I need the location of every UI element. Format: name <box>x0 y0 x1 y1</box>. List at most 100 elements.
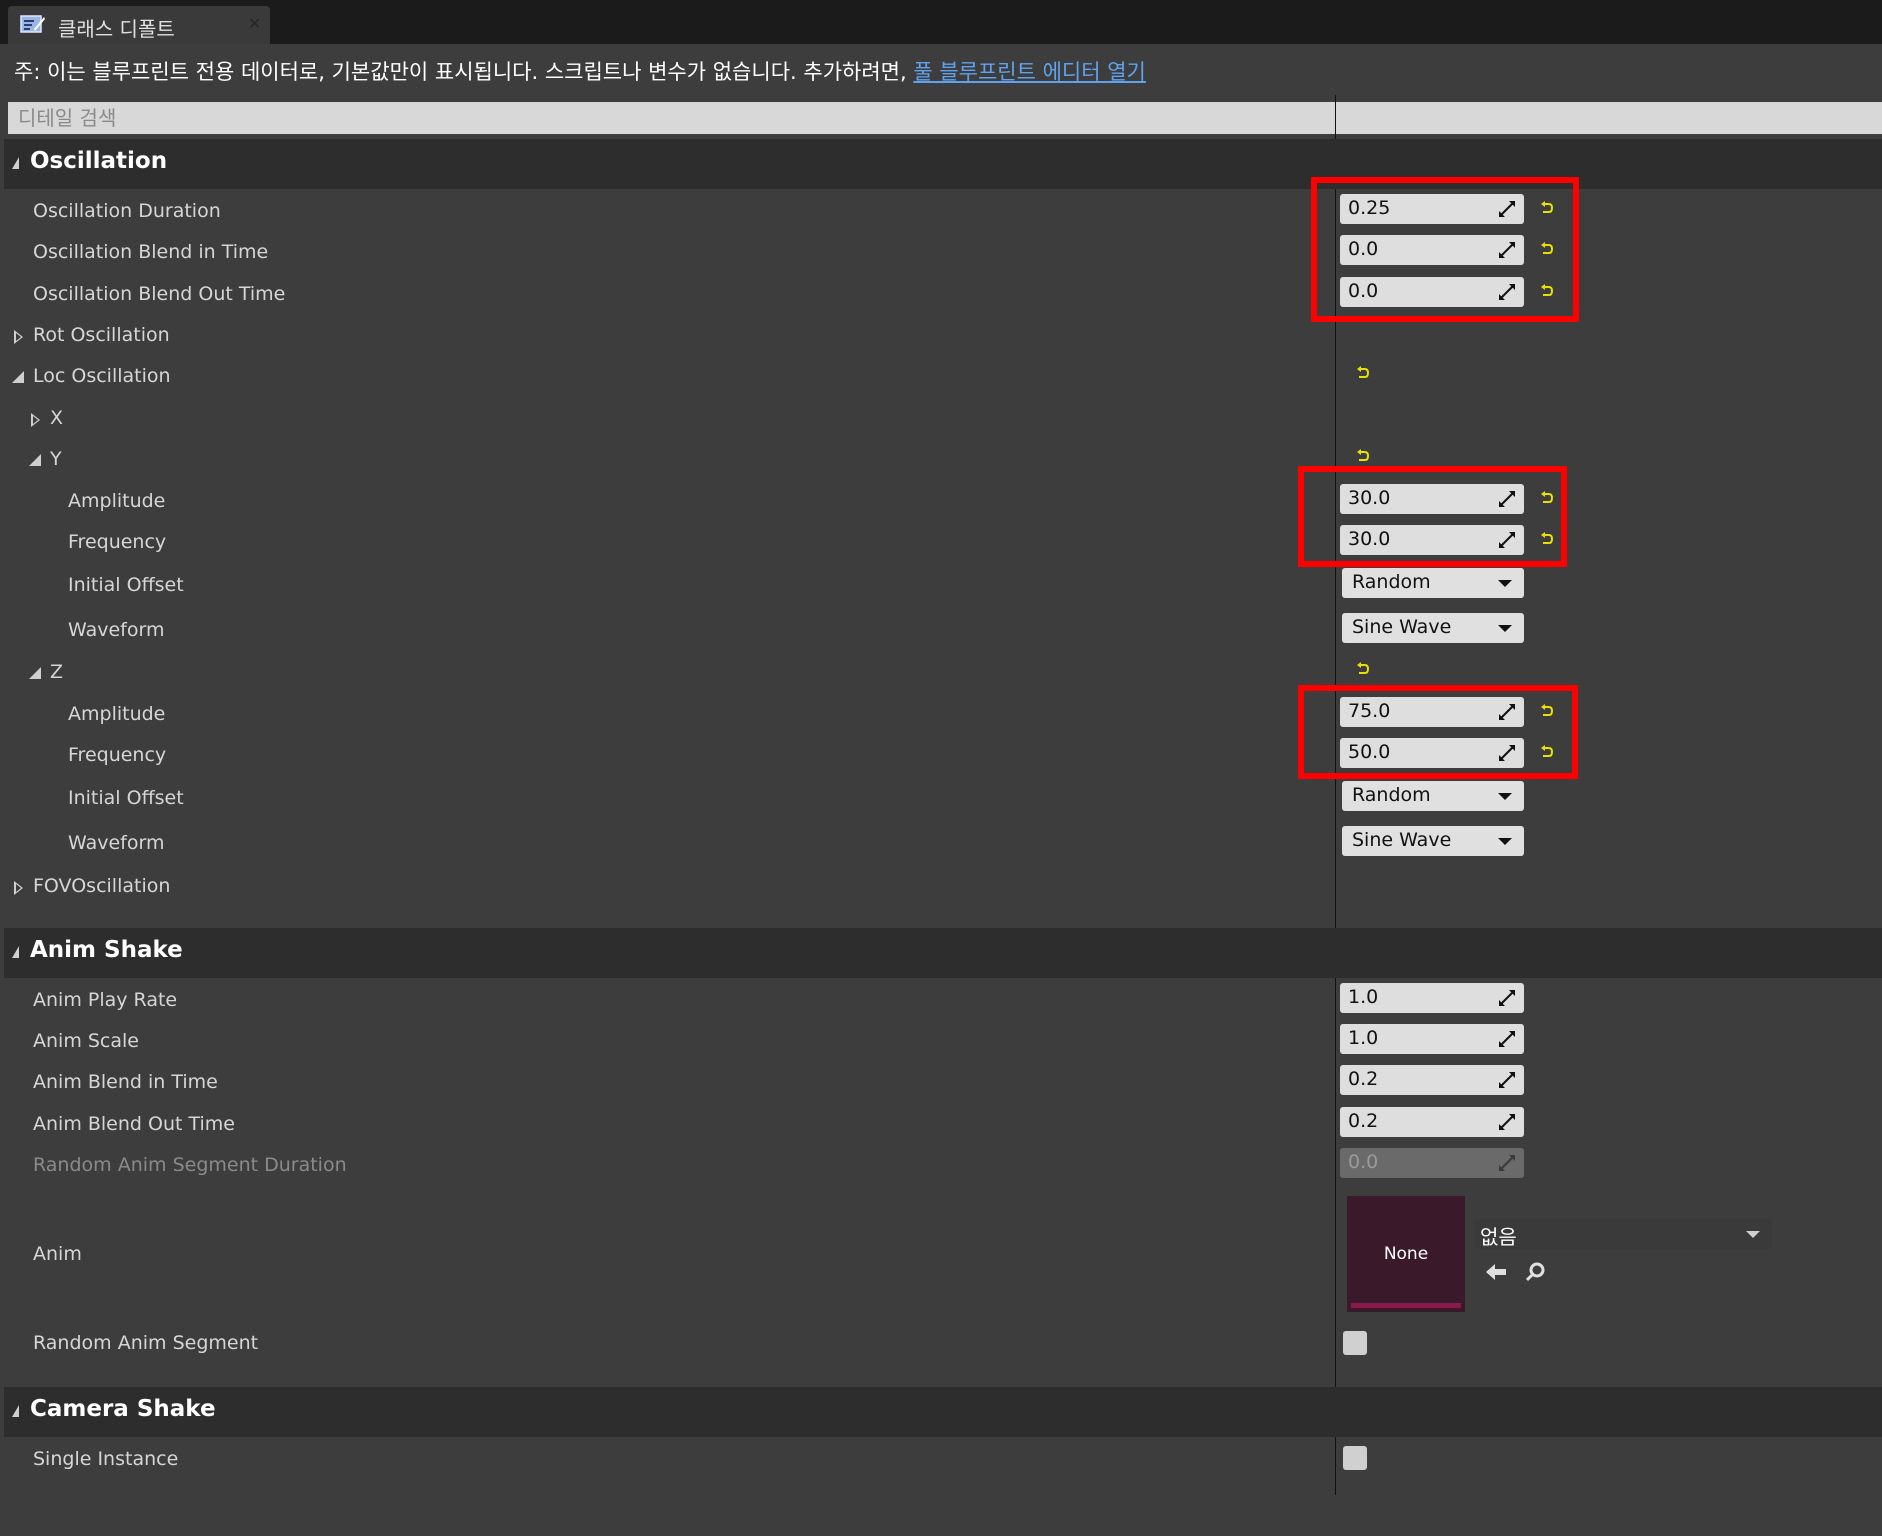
category-oscillation[interactable]: Oscillation <box>4 139 1882 189</box>
anim-blend-in-input[interactable]: 0.2 <box>1340 1065 1524 1095</box>
highlight-box-oscillation-times <box>1311 177 1579 322</box>
category-anim-shake[interactable]: Anim Shake <box>4 928 1882 978</box>
reset-to-default-icon[interactable] <box>1356 366 1370 380</box>
expand-arrow-icon[interactable] <box>14 881 23 895</box>
property-row-rot-oscillation[interactable]: Rot Oscillation <box>0 318 1882 358</box>
thumbnail-label: None <box>1383 1244 1429 1264</box>
y-waveform-dropdown[interactable]: Sine Wave <box>1342 613 1524 643</box>
dropdown-value: Sine Wave <box>1352 829 1452 851</box>
resize-arrows-icon[interactable] <box>1498 1113 1516 1131</box>
property-label: Waveform <box>68 832 165 854</box>
collapse-arrow-icon <box>12 946 19 958</box>
blueprint-note: 주: 이는 블루프린트 전용 데이터로, 기본값만이 표시됩니다. 스크립트나 … <box>14 56 1146 86</box>
dropdown-value: Random <box>1352 784 1431 806</box>
property-row-y-frequency: Frequency <box>0 525 1882 565</box>
category-camera-shake[interactable]: Camera Shake <box>4 1387 1882 1437</box>
field-value: 1.0 <box>1348 1027 1379 1049</box>
chevron-down-icon <box>1498 625 1512 632</box>
property-label: Initial Offset <box>68 574 184 596</box>
property-label: Initial Offset <box>68 787 184 809</box>
property-label: Amplitude <box>68 490 166 512</box>
dropdown-value: Sine Wave <box>1352 616 1452 638</box>
property-row-z-frequency: Frequency <box>0 738 1882 778</box>
anim-asset-thumbnail[interactable]: None <box>1347 1196 1465 1312</box>
anim-blend-out-input[interactable]: 0.2 <box>1340 1107 1524 1137</box>
property-row-random-anim-segment: Random Anim Segment <box>0 1326 1882 1366</box>
resize-arrows-icon[interactable] <box>1498 989 1516 1007</box>
expand-arrow-icon[interactable] <box>14 330 23 344</box>
anim-play-rate-input[interactable]: 1.0 <box>1340 983 1524 1013</box>
property-label: Y <box>50 448 62 470</box>
asset-type-bar <box>1351 1303 1461 1308</box>
property-label: Random Anim Segment <box>33 1332 259 1354</box>
resize-arrows-icon[interactable] <box>1498 1071 1516 1089</box>
category-label: Oscillation <box>30 148 168 174</box>
chevron-down-icon <box>1746 1231 1760 1238</box>
chevron-down-icon <box>1498 793 1512 800</box>
property-row-anim-play-rate: Anim Play Rate <box>0 983 1882 1023</box>
property-label: Anim <box>33 1243 82 1265</box>
collapse-arrow-icon[interactable] <box>29 454 41 466</box>
field-value: 0.2 <box>1348 1110 1379 1132</box>
chevron-down-icon <box>1498 838 1512 845</box>
property-row-z-initial-offset: Initial Offset <box>0 781 1882 821</box>
anim-scale-input[interactable]: 1.0 <box>1340 1024 1524 1054</box>
property-label: X <box>50 407 64 429</box>
property-row-random-anim-segment-duration: Random Anim Segment Duration <box>0 1148 1882 1188</box>
field-value: 0.0 <box>1348 1151 1379 1173</box>
anim-asset-picker[interactable]: 없음 <box>1474 1219 1772 1249</box>
resize-arrows-icon[interactable] <box>1498 1030 1516 1048</box>
property-label: Oscillation Blend Out Time <box>33 283 286 305</box>
collapse-arrow-icon[interactable] <box>12 371 24 383</box>
single-instance-checkbox[interactable] <box>1343 1446 1367 1470</box>
asset-picker-value: 없음 <box>1480 1225 1517 1249</box>
property-row-y[interactable]: Y <box>0 442 1882 482</box>
z-initial-offset-dropdown[interactable]: Random <box>1342 781 1524 811</box>
property-label: Oscillation Blend in Time <box>33 241 269 263</box>
blueprint-icon <box>20 15 45 33</box>
property-row-fov-oscillation[interactable]: FOVOscillation <box>0 869 1882 909</box>
reset-to-default-icon[interactable] <box>1356 449 1370 463</box>
collapse-arrow-icon <box>12 1405 19 1417</box>
highlight-box-y-values <box>1298 466 1567 567</box>
property-label: Anim Blend Out Time <box>33 1113 235 1135</box>
open-full-editor-link[interactable]: 풀 블루프린트 에디터 열기 <box>913 60 1146 84</box>
random-anim-segment-checkbox[interactable] <box>1343 1331 1367 1355</box>
property-row-z-amplitude: Amplitude <box>0 697 1882 737</box>
property-row-z-waveform: Waveform <box>0 826 1882 866</box>
y-initial-offset-dropdown[interactable]: Random <box>1342 568 1524 598</box>
field-value: 1.0 <box>1348 986 1379 1008</box>
close-icon[interactable]: ✕ <box>248 14 261 33</box>
category-label: Camera Shake <box>30 1396 216 1422</box>
details-search-input[interactable] <box>8 102 1882 134</box>
property-label: Loc Oscillation <box>33 365 171 387</box>
property-row-anim-blend-in: Anim Blend in Time <box>0 1065 1882 1105</box>
property-label: Waveform <box>68 619 165 641</box>
property-row-loc-oscillation[interactable]: Loc Oscillation <box>0 359 1882 399</box>
property-row-anim-scale: Anim Scale <box>0 1024 1882 1064</box>
dropdown-value: Random <box>1352 571 1431 593</box>
property-label: Single Instance <box>33 1448 179 1470</box>
property-label: Oscillation Duration <box>33 200 221 222</box>
z-waveform-dropdown[interactable]: Sine Wave <box>1342 826 1524 856</box>
property-row-x[interactable]: X <box>0 401 1882 441</box>
property-row-single-instance: Single Instance <box>0 1442 1882 1482</box>
property-label: Anim Play Rate <box>33 989 178 1011</box>
resize-arrows-icon <box>1499 1155 1515 1171</box>
property-label: Anim Scale <box>33 1030 139 1052</box>
use-selected-arrow-icon[interactable] <box>1484 1261 1508 1283</box>
property-row-anim-blend-out: Anim Blend Out Time <box>0 1107 1882 1147</box>
expand-arrow-icon[interactable] <box>31 413 40 427</box>
property-row-y-waveform: Waveform <box>0 613 1882 653</box>
property-row-oscillation-duration: Oscillation Duration <box>0 194 1882 234</box>
tab-class-defaults[interactable]: 클래스 디폴트 ✕ <box>8 6 270 44</box>
property-row-z[interactable]: Z <box>0 655 1882 695</box>
random-anim-segment-duration-input: 0.0 <box>1340 1148 1524 1178</box>
property-label: Amplitude <box>68 703 166 725</box>
property-row-oscillation-blend-in: Oscillation Blend in Time <box>0 235 1882 275</box>
field-value: 0.2 <box>1348 1068 1379 1090</box>
reset-to-default-icon[interactable] <box>1356 662 1370 676</box>
collapse-arrow-icon[interactable] <box>29 667 41 679</box>
property-row-y-amplitude: Amplitude <box>0 484 1882 524</box>
browse-search-icon[interactable] <box>1524 1261 1546 1283</box>
